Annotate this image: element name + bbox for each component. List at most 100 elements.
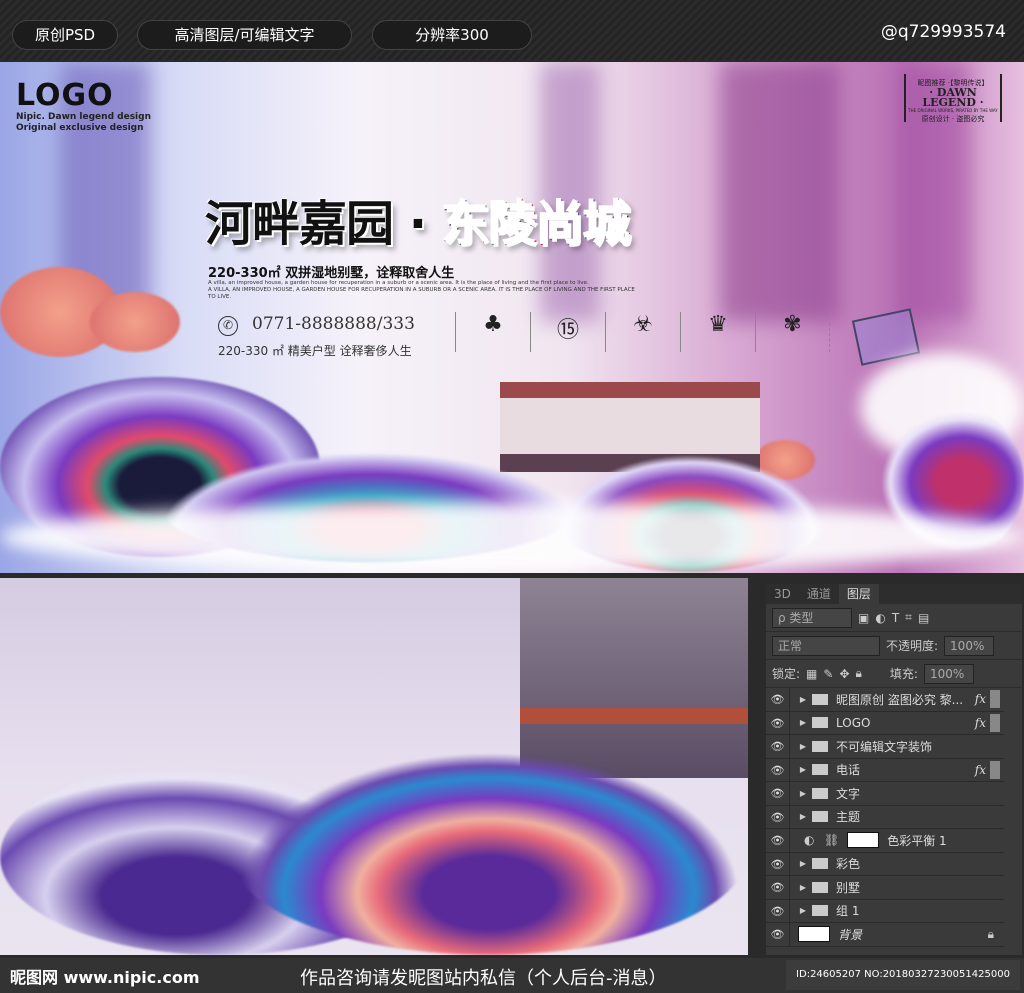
- eye-icon[interactable]: 👁︎: [766, 735, 790, 758]
- expand-arrow-icon[interactable]: ▶: [796, 883, 810, 892]
- opacity-input[interactable]: 100%: [944, 635, 995, 656]
- color-streak: [720, 62, 840, 322]
- lock-icon: 🔒︎: [987, 926, 994, 941]
- footer: 昵图网 www.nipic.com 作品咨询请发昵图站内私信（个人后台-消息） …: [0, 958, 1024, 993]
- layer-item[interactable]: 👁︎ ▶ LOGO fx: [766, 711, 1004, 735]
- logo-sub-line: Nipic. Dawn legend design: [16, 112, 151, 122]
- logo: LOGO: [16, 78, 114, 113]
- area-text: 220-330㎡ 双拼湿地别墅，诠释取舍人生: [208, 266, 455, 281]
- layer-item[interactable]: 👁︎ ▶ 组 1: [766, 899, 1004, 923]
- expand-arrow-icon[interactable]: ▶: [796, 695, 810, 704]
- layer-name: 色彩平衡 1: [887, 833, 947, 848]
- lock-paint-icon[interactable]: ✎: [823, 667, 833, 681]
- fx-icon[interactable]: fx: [975, 716, 986, 730]
- detail-preview: [0, 578, 748, 955]
- folder-icon: [812, 881, 828, 893]
- eye-icon[interactable]: 👁︎: [766, 829, 790, 852]
- layer-name: 电话: [836, 763, 861, 778]
- layer-item[interactable]: 👁︎ 背景 🔒︎: [766, 923, 1004, 947]
- layer-item[interactable]: 👁︎ ▶ 文字: [766, 782, 1004, 806]
- lock-pixels-icon[interactable]: ▦: [806, 667, 817, 681]
- feature-biohazard: ☣: [605, 312, 680, 352]
- effects-toggle[interactable]: [990, 713, 1000, 732]
- eye-icon[interactable]: 👁︎: [766, 805, 790, 828]
- folder-icon: [812, 740, 828, 752]
- shape-filter-icon[interactable]: ⌗: [905, 610, 912, 625]
- lock-position-icon[interactable]: ✥: [839, 667, 849, 681]
- banner-title: 河畔嘉园 · 东陵尚城: [205, 184, 631, 254]
- blend-mode-select[interactable]: 正常: [772, 635, 880, 656]
- eye-icon[interactable]: 👁︎: [766, 711, 790, 734]
- eye-icon[interactable]: 👁︎: [766, 688, 790, 711]
- eye-icon[interactable]: 👁︎: [766, 923, 790, 946]
- layer-item[interactable]: 👁︎ ▶ 电话 fx: [766, 758, 1004, 782]
- english-line: A villa, an improved house, a garden hou…: [208, 280, 589, 286]
- eye-icon[interactable]: 👁︎: [766, 782, 790, 805]
- expand-arrow-icon[interactable]: ▶: [796, 789, 810, 798]
- layers-panel: 3D 通道 图层 ρ 类型 ▣ ◐ T ⌗ ▤ 正常 不透明度: 100% 锁定: ▦ ✎…: [766, 584, 1022, 955]
- villa-closeup: [520, 578, 748, 778]
- badge-psd: 原创PSD: [12, 20, 118, 50]
- lock-all-icon[interactable]: 🔒︎: [856, 666, 862, 681]
- badge-layers: 高清图层/可编辑文字: [137, 20, 352, 50]
- layer-item[interactable]: 👁︎ ▶ 主题: [766, 805, 1004, 829]
- expand-arrow-icon[interactable]: ▶: [796, 859, 810, 868]
- smart-object-filter-icon[interactable]: ▤: [918, 611, 929, 625]
- filter-row: ρ 类型 ▣ ◐ T ⌗ ▤: [766, 604, 1022, 632]
- fx-icon[interactable]: fx: [975, 763, 986, 777]
- tab-3d[interactable]: 3D: [766, 584, 799, 604]
- effects-toggle[interactable]: [990, 690, 1000, 709]
- layer-name: 彩色: [836, 857, 861, 872]
- folder-icon: [812, 693, 828, 705]
- dawn-legend-stamp: 昵图推荐 ·【黎明传说】 · DAWN LEGEND · THE ORIGINA…: [904, 74, 1002, 122]
- expand-arrow-icon[interactable]: ▶: [796, 812, 810, 821]
- fx-icon[interactable]: fx: [975, 692, 986, 706]
- layer-item[interactable]: 👁︎ ◐ ⛓ 色彩平衡 1: [766, 829, 1004, 853]
- feature-15: ⑮: [530, 312, 605, 352]
- layer-mask-thumb[interactable]: [847, 832, 880, 849]
- layer-item[interactable]: 👁︎ ▶ 彩色: [766, 852, 1004, 876]
- expand-arrow-icon[interactable]: ▶: [796, 718, 810, 727]
- badge-resolution: 分辨率300: [372, 20, 532, 50]
- folder-icon: [812, 858, 828, 870]
- banner-preview: LOGO Nipic. Dawn legend design Original e…: [0, 62, 1024, 573]
- english-line: A VILLA, AN IMPROVED HOUSE, A GARDEN HOU…: [208, 287, 635, 300]
- layer-name: 背景: [838, 927, 863, 942]
- layer-filter-select[interactable]: ρ 类型: [772, 607, 852, 628]
- flower-icon: ✾: [783, 312, 802, 337]
- adjustment-filter-icon[interactable]: ◐: [875, 611, 885, 625]
- adjustment-icon: ◐: [804, 833, 815, 848]
- layer-item[interactable]: 👁︎ ▶ 别墅: [766, 876, 1004, 900]
- feature-tree: ♣: [455, 312, 530, 352]
- layer-item[interactable]: 👁︎ ▶ 不可编辑文字装饰: [766, 735, 1004, 759]
- top-bar: 原创PSD 高清图层/可编辑文字 分辨率300 @q729993574: [0, 0, 1024, 60]
- fill-input[interactable]: 100%: [923, 663, 974, 684]
- eye-icon[interactable]: 👁︎: [766, 758, 790, 781]
- logo-subtitle: Nipic. Dawn legend design Original exclus…: [16, 112, 151, 134]
- fill-label: 填充:: [889, 667, 918, 681]
- footer-notice: 作品咨询请发昵图站内私信（个人后台-消息）: [300, 968, 667, 989]
- layer-thumb: [798, 926, 830, 943]
- layer-name: 昵图原创 盗图必究 黎...: [836, 692, 964, 707]
- image-filter-icon[interactable]: ▣: [858, 611, 869, 625]
- title-dot: ·: [408, 196, 427, 252]
- tab-channels[interactable]: 通道: [799, 584, 839, 604]
- folder-icon: [812, 905, 828, 917]
- expand-arrow-icon[interactable]: ▶: [796, 742, 810, 751]
- eye-icon[interactable]: 👁︎: [766, 852, 790, 875]
- eye-icon[interactable]: 👁︎: [766, 876, 790, 899]
- expand-arrow-icon[interactable]: ▶: [796, 906, 810, 915]
- layer-item[interactable]: 👁︎ ▶ 昵图原创 盗图必究 黎... fx: [766, 688, 1004, 712]
- type-filter-icon[interactable]: T: [892, 611, 899, 625]
- link-icon: ⛓: [824, 833, 840, 848]
- eye-icon[interactable]: 👁︎: [766, 899, 790, 922]
- english-desc: A villa, an improved house, a garden hou…: [208, 280, 638, 301]
- effects-toggle[interactable]: [990, 760, 1000, 779]
- expand-arrow-icon[interactable]: ▶: [796, 765, 810, 774]
- lock-label: 锁定:: [772, 667, 801, 681]
- author-id: @q729993574: [880, 22, 1006, 42]
- color-wave: [230, 748, 748, 955]
- tab-layers[interactable]: 图层: [838, 584, 879, 604]
- layer-name: 不可编辑文字装饰: [836, 739, 933, 754]
- badge-15-icon: ⑮: [556, 318, 579, 343]
